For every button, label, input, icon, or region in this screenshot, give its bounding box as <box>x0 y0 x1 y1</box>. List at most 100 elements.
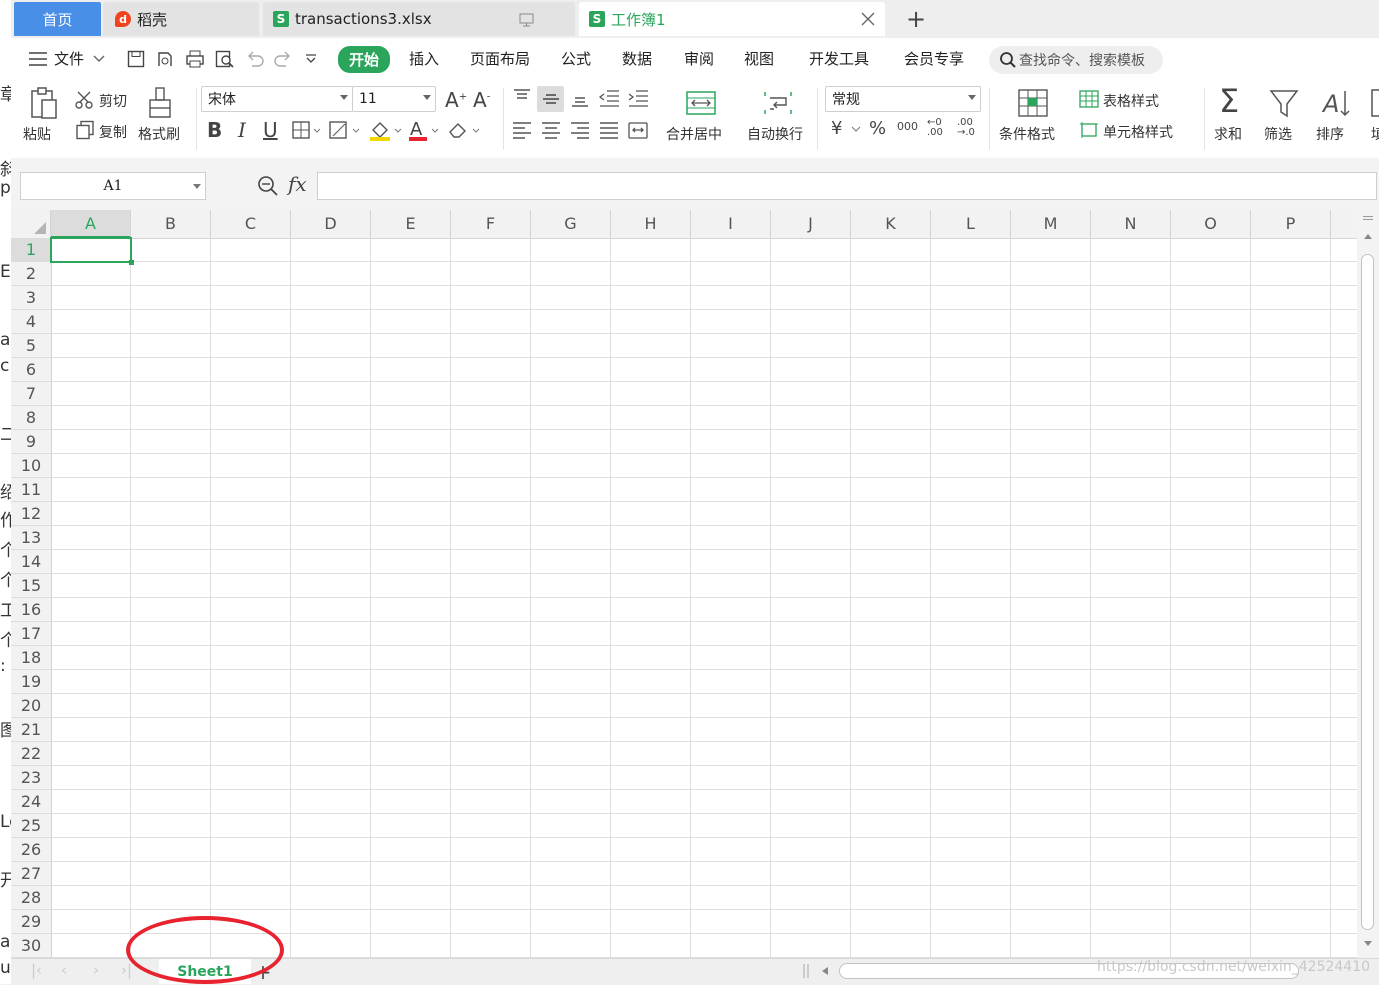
scroll-splitter-icon[interactable] <box>1363 216 1373 220</box>
increase-decimal-icon[interactable]: ←0.00 <box>927 118 943 138</box>
row-header-18[interactable]: 18 <box>11 646 51 670</box>
menu-data[interactable]: 数据 <box>622 48 652 69</box>
align-left-icon[interactable] <box>511 120 533 140</box>
name-box-dropdown-icon[interactable] <box>193 184 201 190</box>
row-header-27[interactable]: 27 <box>11 862 51 886</box>
row-header-9[interactable]: 9 <box>11 430 51 454</box>
font-name-select[interactable]: 宋体 <box>201 86 353 112</box>
filter-label[interactable]: 筛选 <box>1264 124 1292 144</box>
column-header-k[interactable]: K <box>851 210 931 238</box>
scroll-down-icon[interactable] <box>1364 941 1372 947</box>
print-preview-icon[interactable] <box>215 50 235 68</box>
row-header-21[interactable]: 21 <box>11 718 51 742</box>
column-header-p[interactable]: P <box>1251 210 1331 238</box>
merge-center-icon[interactable] <box>685 90 717 116</box>
row-header-25[interactable]: 25 <box>11 814 51 838</box>
percent-icon[interactable]: % <box>869 118 886 139</box>
align-right-icon[interactable] <box>569 120 591 140</box>
monitor-icon[interactable] <box>519 13 535 27</box>
tab-transactions3[interactable]: S transactions3.xlsx <box>263 2 575 36</box>
menu-developer[interactable]: 开发工具 <box>809 48 869 69</box>
undo-icon[interactable] <box>246 51 264 67</box>
eraser-icon[interactable] <box>447 118 481 142</box>
row-header-26[interactable]: 26 <box>11 838 51 862</box>
thousands-separator-icon[interactable]: 000 <box>897 120 918 133</box>
sum-icon[interactable]: Σ <box>1219 82 1239 120</box>
row-header-7[interactable]: 7 <box>11 382 51 406</box>
row-header-17[interactable]: 17 <box>11 622 51 646</box>
save-icon[interactable] <box>127 50 145 68</box>
paste-label[interactable]: 粘贴 <box>23 124 51 144</box>
hamburger-icon[interactable] <box>29 52 47 66</box>
row-header-12[interactable]: 12 <box>11 502 51 526</box>
row-header-14[interactable]: 14 <box>11 550 51 574</box>
increase-font-icon[interactable]: A+ <box>445 88 467 112</box>
decrease-indent-icon[interactable] <box>597 88 621 108</box>
menu-member[interactable]: 会员专享 <box>904 48 964 69</box>
tab-daoke[interactable]: d 稻壳 <box>103 2 259 36</box>
column-header-g[interactable]: G <box>531 210 611 238</box>
row-header-6[interactable]: 6 <box>11 358 51 382</box>
close-icon[interactable] <box>861 12 875 26</box>
row-header-28[interactable]: 28 <box>11 886 51 910</box>
column-header-a[interactable]: A <box>51 210 131 238</box>
fill-pattern-icon[interactable] <box>329 120 361 140</box>
row-header-2[interactable]: 2 <box>11 262 51 286</box>
wrap-text-label[interactable]: 自动换行 <box>747 124 803 144</box>
font-color-icon[interactable]: A <box>408 118 442 142</box>
last-sheet-icon[interactable]: ›| <box>121 961 132 979</box>
tab-home[interactable]: 首页 <box>14 2 101 36</box>
export-icon[interactable] <box>156 50 174 68</box>
conditional-format-label[interactable]: 条件格式 <box>999 124 1055 144</box>
column-header-j[interactable]: J <box>771 210 851 238</box>
align-center-icon[interactable] <box>540 120 562 140</box>
wrap-text-icon[interactable] <box>763 90 793 116</box>
format-painter-icon[interactable] <box>147 86 173 120</box>
format-painter-label[interactable]: 格式刷 <box>138 124 180 144</box>
next-sheet-icon[interactable]: › <box>93 961 99 979</box>
cut-label[interactable]: 剪切 <box>99 91 127 111</box>
row-header-3[interactable]: 3 <box>11 286 51 310</box>
fill-color-icon[interactable] <box>369 118 403 142</box>
column-header-m[interactable]: M <box>1011 210 1091 238</box>
vertical-scrollbar[interactable] <box>1357 210 1379 958</box>
table-style-label[interactable]: 表格样式 <box>1103 91 1159 111</box>
sum-label[interactable]: 求和 <box>1214 124 1242 144</box>
menu-file[interactable]: 文件 <box>54 48 84 69</box>
chevron-down-icon[interactable] <box>93 55 105 63</box>
menu-home[interactable]: 开始 <box>338 46 391 73</box>
scroll-left-icon[interactable] <box>822 967 828 975</box>
row-header-13[interactable]: 13 <box>11 526 51 550</box>
distributed-align-icon[interactable] <box>627 120 649 140</box>
row-header-29[interactable]: 29 <box>11 910 51 934</box>
print-icon[interactable] <box>185 50 205 68</box>
formula-input[interactable] <box>317 172 1377 200</box>
currency-icon[interactable]: ¥ <box>831 118 842 139</box>
italic-icon[interactable]: I <box>238 118 246 142</box>
column-header-h[interactable]: H <box>611 210 691 238</box>
column-header-d[interactable]: D <box>291 210 371 238</box>
row-header-4[interactable]: 4 <box>11 310 51 334</box>
merge-center-label[interactable]: 合并居中 <box>666 124 722 144</box>
underline-icon[interactable]: U <box>263 118 278 142</box>
table-style-icon[interactable] <box>1079 90 1099 108</box>
row-header-19[interactable]: 19 <box>11 670 51 694</box>
currency-dropdown-icon[interactable] <box>851 126 861 132</box>
cell-style-label[interactable]: 单元格样式 <box>1103 122 1173 142</box>
column-header-c[interactable]: C <box>211 210 291 238</box>
row-header-16[interactable]: 16 <box>11 598 51 622</box>
hscroll-splitter-icon[interactable] <box>803 964 809 978</box>
menu-page-layout[interactable]: 页面布局 <box>470 48 530 69</box>
menu-review[interactable]: 审阅 <box>684 48 714 69</box>
zoom-formula-icon[interactable] <box>257 175 279 197</box>
row-header-11[interactable]: 11 <box>11 478 51 502</box>
row-header-22[interactable]: 22 <box>11 742 51 766</box>
decrease-decimal-icon[interactable]: .00 →.0 <box>957 118 975 138</box>
row-header-5[interactable]: 5 <box>11 334 51 358</box>
tab-workbook1[interactable]: S 工作簿1 <box>579 2 885 36</box>
border-icon[interactable] <box>292 120 322 140</box>
filter-icon[interactable] <box>1269 88 1299 118</box>
more-dropdown-icon[interactable] <box>305 54 317 64</box>
redo-icon[interactable] <box>274 51 292 67</box>
fx-button[interactable]: fx <box>288 172 307 196</box>
